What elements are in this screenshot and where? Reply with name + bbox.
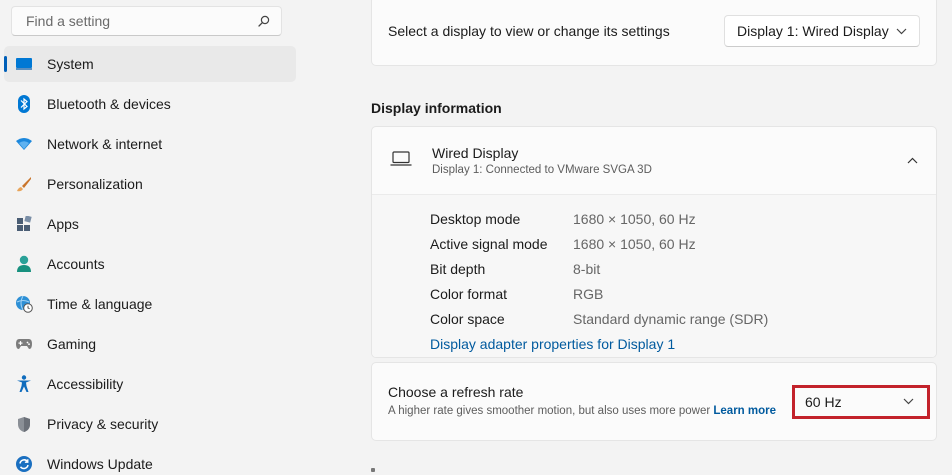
search-box[interactable] (11, 6, 282, 36)
info-row: Active signal mode 1680 × 1050, 60 Hz (430, 231, 936, 256)
sidebar-item-time-language[interactable]: Time & language (4, 286, 296, 322)
refresh-rate-dropdown[interactable]: 60 Hz (796, 390, 924, 414)
refresh-rate-description: A higher rate gives smoother motion, but… (388, 404, 784, 419)
sidebar-item-label: Gaming (47, 336, 97, 352)
refresh-rate-title: Choose a refresh rate (388, 384, 524, 400)
display-adapter-properties-link[interactable]: Display adapter properties for Display 1 (430, 331, 936, 356)
laptop-icon (390, 150, 412, 171)
refresh-rate-value: 60 Hz (805, 393, 842, 410)
sidebar-item-label: Network & internet (47, 136, 163, 152)
windows-update-icon (15, 455, 33, 473)
sidebar-item-gaming[interactable]: Gaming (4, 326, 296, 362)
sidebar-item-label: System (47, 56, 94, 72)
gamepad-icon (15, 335, 33, 353)
sidebar-item-windows-update[interactable]: Windows Update (4, 446, 296, 475)
display-info-details: Desktop mode 1680 × 1050, 60 Hz Active s… (372, 195, 936, 357)
shield-icon (15, 415, 33, 433)
chevron-down-icon (902, 396, 914, 408)
sidebar-item-label: Accounts (47, 256, 105, 272)
display-select-dropdown[interactable]: Display 1: Wired Display (724, 15, 920, 47)
sidebar-item-accounts[interactable]: Accounts (4, 246, 296, 282)
search-input[interactable] (26, 13, 257, 29)
section-title: Display information (371, 100, 502, 116)
sidebar-item-bluetooth-devices[interactable]: Bluetooth & devices (4, 86, 296, 122)
sidebar-item-label: Personalization (47, 176, 143, 192)
info-key: Color format (430, 285, 508, 302)
globe-clock-icon (15, 295, 33, 313)
network-icon (15, 135, 33, 153)
sidebar-item-apps[interactable]: Apps (4, 206, 296, 242)
sidebar-item-system[interactable]: System (4, 46, 296, 82)
display-connection: Display 1: Connected to VMware SVGA 3D (432, 164, 652, 176)
sidebar-item-accessibility[interactable]: Accessibility (4, 366, 296, 402)
info-key: Active signal mode (430, 235, 548, 252)
info-value: 1680 × 1050, 60 Hz (573, 210, 696, 227)
bluetooth-icon (15, 95, 33, 113)
info-value: 1680 × 1050, 60 Hz (573, 235, 696, 252)
display-info-header-text: Wired Display Display 1: Connected to VM… (432, 145, 906, 176)
chevron-up-icon[interactable] (906, 155, 918, 167)
sidebar-item-label: Time & language (47, 296, 153, 312)
info-value: Standard dynamic range (SDR) (573, 310, 769, 327)
chevron-down-icon (895, 25, 907, 37)
info-row: Desktop mode 1680 × 1050, 60 Hz (430, 206, 936, 231)
info-key: Desktop mode (430, 210, 521, 227)
refresh-rate-card: Choose a refresh rate A higher rate give… (371, 362, 937, 441)
accounts-icon (15, 255, 33, 273)
info-row: Color format RGB (430, 281, 936, 306)
display-select-card: Select a display to view or change its s… (371, 0, 937, 66)
sidebar: System Bluetooth & devices Network & int… (0, 0, 300, 475)
nav-list: System Bluetooth & devices Network & int… (4, 46, 296, 475)
refresh-rate-text: Choose a refresh rate A higher rate give… (388, 384, 784, 419)
sidebar-item-label: Privacy & security (47, 416, 159, 432)
system-icon (15, 55, 33, 73)
info-key: Bit depth (430, 260, 486, 277)
info-value: RGB (573, 285, 604, 302)
info-row: Color space Standard dynamic range (SDR) (430, 306, 936, 331)
refresh-rate-desc-text: A higher rate gives smoother motion, but… (388, 405, 711, 417)
learn-more-link[interactable]: Learn more (713, 405, 776, 417)
sidebar-item-label: Bluetooth & devices (47, 96, 171, 112)
refresh-rate-highlight: 60 Hz (792, 384, 930, 419)
display-name: Wired Display (432, 145, 519, 161)
accessibility-icon (15, 375, 33, 393)
display-info-header[interactable]: Wired Display Display 1: Connected to VM… (372, 127, 936, 195)
sidebar-item-label: Windows Update (47, 456, 153, 472)
sidebar-item-personalization[interactable]: Personalization (4, 166, 296, 202)
info-row: Bit depth 8-bit (430, 256, 936, 281)
apps-icon (15, 215, 33, 233)
display-select-label: Select a display to view or change its s… (388, 23, 670, 39)
display-select-value: Display 1: Wired Display (737, 23, 889, 39)
brush-icon (15, 175, 33, 193)
sidebar-item-network-internet[interactable]: Network & internet (4, 126, 296, 162)
sidebar-item-privacy-security[interactable]: Privacy & security (4, 406, 296, 442)
info-value: 8-bit (573, 260, 601, 277)
display-info-card: Wired Display Display 1: Connected to VM… (371, 126, 937, 358)
sidebar-item-label: Apps (47, 216, 79, 232)
next-section-hint (371, 468, 375, 472)
sidebar-item-label: Accessibility (47, 376, 124, 392)
search-icon[interactable] (257, 14, 271, 28)
info-key: Color space (430, 310, 505, 327)
